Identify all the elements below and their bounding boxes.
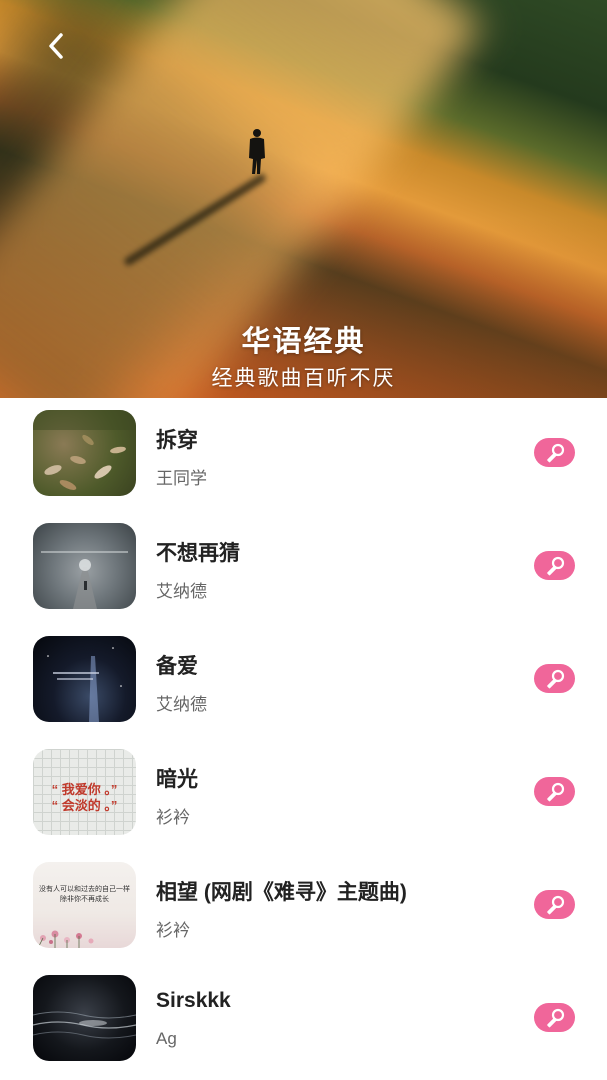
night-light-artwork: [47, 647, 122, 722]
song-title: Sirskkk: [156, 989, 231, 1012]
song-cover-image: 没有人可以和过去的自己一样 除非你不再成长: [33, 862, 136, 948]
song-artist: 王同学: [156, 469, 207, 488]
header-banner: 华语经典 经典歌曲百听不厌: [0, 0, 607, 398]
song-row[interactable]: 没有人可以和过去的自己一样 除非你不再成长 相望 (网剧《难寻》主题曲) 衫衿: [0, 850, 607, 963]
song-cover-image: [33, 410, 136, 496]
sing-button[interactable]: [534, 438, 575, 467]
leaves-artwork: [33, 410, 136, 490]
song-list: 拆穿 王同学 不想再猜 艾纳德 备爱 艾纳德 “ 我爱你 。” “ 会淡的 。”…: [0, 398, 607, 1076]
song-title: 不想再猜: [156, 542, 240, 565]
microphone-icon: [546, 443, 564, 462]
flowers-artwork: [37, 930, 94, 948]
playlist-subtitle: 经典歌曲百听不厌: [211, 367, 396, 390]
song-artist: 艾纳德: [156, 695, 207, 714]
song-cover-image: [33, 975, 136, 1061]
song-row[interactable]: Sirskkk Ag: [0, 963, 607, 1076]
sing-button[interactable]: [534, 664, 575, 693]
song-title: 相望 (网剧《难寻》主题曲): [156, 881, 407, 904]
walking-person-figure: [249, 129, 265, 174]
song-row[interactable]: 拆穿 王同学: [0, 398, 607, 511]
night-water-artwork: [33, 1011, 136, 1039]
microphone-icon: [546, 782, 564, 801]
song-cover-image: [33, 523, 136, 609]
foggy-road-artwork: [41, 551, 128, 609]
song-artist: 衫衿: [156, 921, 190, 940]
song-row[interactable]: 备爱 艾纳德: [0, 624, 607, 737]
sing-button[interactable]: [534, 551, 575, 580]
song-artist: Ag: [156, 1029, 177, 1048]
song-title: 暗光: [156, 768, 198, 791]
microphone-icon: [546, 556, 564, 575]
song-cover-image: [33, 636, 136, 722]
song-title: 拆穿: [156, 429, 198, 452]
microphone-icon: [546, 669, 564, 688]
sing-button[interactable]: [534, 890, 575, 919]
chevron-left-icon: [49, 33, 63, 59]
playlist-title: 华语经典: [241, 326, 366, 358]
sing-button[interactable]: [534, 777, 575, 806]
microphone-icon: [546, 1008, 564, 1027]
song-artist: 艾纳德: [156, 582, 207, 601]
song-row[interactable]: “ 我爱你 。” “ 会淡的 。” 暗光 衫衿: [0, 737, 607, 850]
song-artist: 衫衿: [156, 808, 190, 827]
song-cover-image: “ 我爱你 。” “ 会淡的 。”: [33, 749, 136, 835]
back-button[interactable]: [38, 28, 74, 64]
song-title: 备爱: [156, 655, 198, 678]
cover-caption-line: “ 会淡的 。”: [51, 798, 118, 813]
song-row[interactable]: 不想再猜 艾纳德: [0, 511, 607, 624]
microphone-icon: [546, 895, 564, 914]
sing-button[interactable]: [534, 1003, 575, 1032]
